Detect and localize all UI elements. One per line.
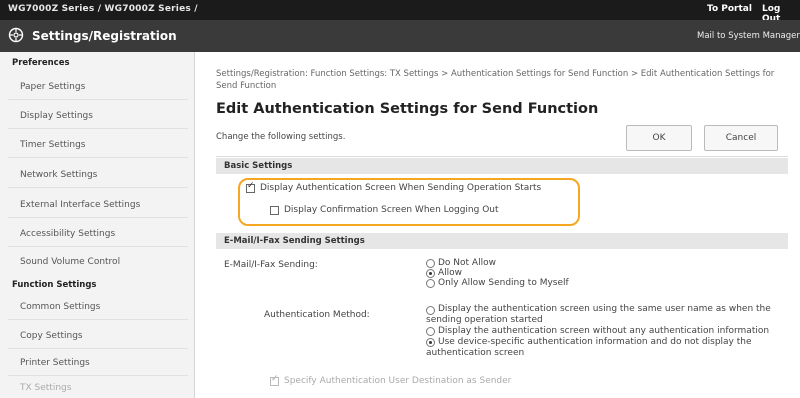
email-settings-header: E-Mail/I-Fax Sending Settings (216, 233, 788, 249)
sidebar-divider (8, 217, 188, 218)
radio-auth-same-user[interactable] (426, 306, 435, 315)
option-device-specific: Use device-specific authentication infor… (438, 337, 752, 347)
radio-device-specific[interactable] (426, 338, 435, 347)
page-instructions: Change the following settings. (216, 132, 346, 142)
sidebar-divider (8, 187, 188, 188)
option-only-allow-myself: Only Allow Sending to Myself (438, 278, 569, 288)
sidebar-divider (8, 157, 188, 158)
sidebar-item-network-settings[interactable]: Network Settings (20, 170, 97, 180)
ok-button[interactable]: OK (626, 125, 692, 151)
sidebar-item-timer-settings[interactable]: Timer Settings (20, 140, 86, 150)
sidebar-item-display-settings[interactable]: Display Settings (20, 111, 93, 121)
option-allow: Allow (438, 268, 463, 278)
sidebar-item-tx-settings[interactable]: TX Settings (20, 383, 71, 393)
auth-method-label: Authentication Method: (264, 310, 370, 320)
email-sending-label: E-Mail/I-Fax Sending: (224, 260, 318, 270)
cancel-button[interactable]: Cancel (704, 125, 778, 151)
highlight-callout (238, 178, 580, 226)
option-device-specific-cont: authentication screen (426, 348, 525, 358)
email-settings-title: E-Mail/I-Fax Sending Settings (224, 236, 365, 246)
sidebar-divider (8, 319, 188, 320)
sidebar-divider (8, 375, 188, 376)
sidebar: Preferences Paper Settings Display Setti… (0, 52, 195, 398)
settings-gear-icon (8, 27, 24, 43)
sidebar-header-preferences: Preferences (12, 58, 70, 68)
basic-settings-header: Basic Settings (216, 158, 788, 174)
sidebar-divider (8, 348, 188, 349)
sidebar-divider (8, 128, 188, 129)
title-bar: Settings/Registration Mail to System Man… (0, 20, 800, 52)
radio-allow[interactable] (426, 269, 435, 278)
radio-only-allow-myself[interactable] (426, 279, 435, 288)
sidebar-header-function-settings: Function Settings (12, 280, 97, 290)
sidebar-item-printer-settings[interactable]: Printer Settings (20, 358, 90, 368)
specify-sender-label: Specify Authentication User Destination … (284, 376, 512, 386)
checkmark-icon: ✓ (271, 374, 279, 384)
radio-auth-no-info[interactable] (426, 327, 435, 336)
sidebar-divider (8, 99, 188, 100)
page-title: Edit Authentication Settings for Send Fu… (216, 101, 599, 117)
sidebar-item-sound-volume-control[interactable]: Sound Volume Control (20, 257, 120, 267)
page-section-title: Settings/Registration (32, 29, 177, 43)
sidebar-item-accessibility-settings[interactable]: Accessibility Settings (20, 229, 115, 239)
specify-sender-checkbox[interactable]: ✓ (270, 374, 279, 386)
top-bar: WG7000Z Series / WG7000Z Series / To Por… (0, 0, 800, 24)
model-name: WG7000Z Series / WG7000Z Series / (8, 4, 198, 14)
sidebar-item-external-interface-settings[interactable]: External Interface Settings (20, 200, 140, 210)
radio-do-not-allow[interactable] (426, 259, 435, 268)
option-auth-same-user-cont: sending operation started (426, 315, 543, 325)
to-portal-link[interactable]: To Portal (707, 4, 752, 14)
breadcrumb: Settings/Registration: Function Settings… (216, 69, 775, 91)
mail-system-manager-link[interactable]: Mail to System Manager (697, 31, 800, 41)
option-do-not-allow: Do Not Allow (438, 258, 496, 268)
sidebar-divider (8, 246, 188, 247)
sidebar-item-paper-settings[interactable]: Paper Settings (20, 82, 85, 92)
option-auth-same-user: Display the authentication screen using … (438, 304, 771, 314)
sidebar-item-common-settings[interactable]: Common Settings (20, 302, 100, 312)
content-divider (216, 156, 788, 157)
sidebar-item-copy-settings[interactable]: Copy Settings (20, 331, 83, 341)
option-auth-no-info: Display the authentication screen withou… (438, 326, 770, 336)
basic-settings-title: Basic Settings (224, 161, 293, 171)
